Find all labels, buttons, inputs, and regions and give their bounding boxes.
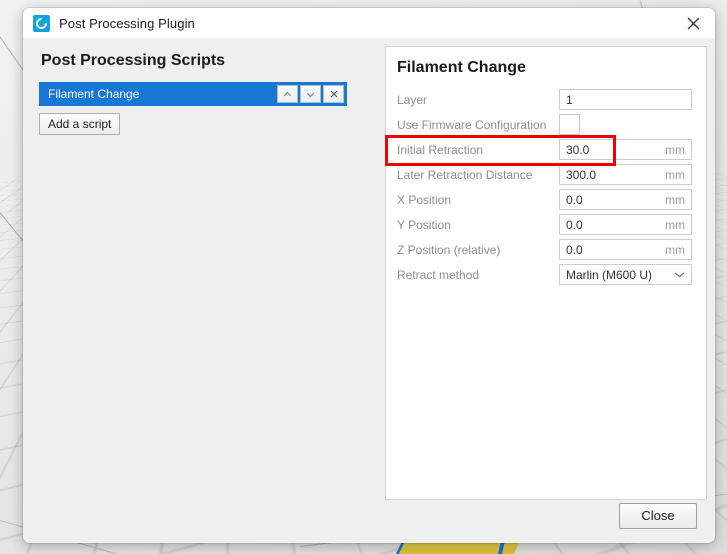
retract-method-select[interactable]: Marlin (M600 U) <box>559 264 692 285</box>
window-title: Post Processing Plugin <box>59 15 195 31</box>
chevron-down-icon <box>674 271 685 278</box>
scripts-panel-heading: Post Processing Scripts <box>41 52 226 69</box>
field-value: 0.0 <box>566 192 583 207</box>
field-label: Initial Retraction <box>397 142 484 157</box>
dialog-footer: Close <box>23 488 715 543</box>
list-item[interactable]: Filament Change <box>39 82 347 106</box>
field-label: Use Firmware Configuration <box>397 117 547 132</box>
field-row-layer: Layer 1 <box>397 87 692 112</box>
script-list[interactable]: Filament Change <box>39 82 347 106</box>
field-row-later-retraction-distance: Later Retraction Distance 300.0 mm <box>397 162 692 187</box>
script-row-buttons <box>277 85 347 103</box>
y-position-input[interactable]: 0.0 mm <box>559 214 692 235</box>
field-row-x-position: X Position 0.0 mm <box>397 187 692 212</box>
chevron-up-icon[interactable] <box>277 85 298 103</box>
field-unit: mm <box>665 192 685 207</box>
dialog-titlebar: Post Processing Plugin <box>23 8 715 38</box>
field-unit: mm <box>665 242 685 257</box>
field-row-z-position: Z Position (relative) 0.0 mm <box>397 237 692 262</box>
scripts-panel: Post Processing Scripts Filament Change <box>23 38 363 543</box>
field-row-initial-retraction: Initial Retraction 30.0 mm <box>397 137 692 162</box>
field-label: Later Retraction Distance <box>397 167 533 182</box>
close-icon[interactable] <box>671 8 715 38</box>
use-firmware-configuration-checkbox[interactable] <box>559 114 580 135</box>
close-button[interactable]: Close <box>619 502 697 529</box>
cura-logo-icon <box>33 14 50 32</box>
field-label: Z Position (relative) <box>397 242 501 257</box>
field-value: Marlin (M600 U) <box>566 267 653 282</box>
field-row-y-position: Y Position 0.0 mm <box>397 212 692 237</box>
field-label: Layer <box>397 92 428 107</box>
x-position-input[interactable]: 0.0 mm <box>559 189 692 210</box>
field-label: Retract method <box>397 267 480 282</box>
z-position-input[interactable]: 0.0 mm <box>559 239 692 260</box>
settings-title: Filament Change <box>397 59 526 76</box>
post-processing-dialog: Post Processing Plugin Post Processing S… <box>23 8 715 543</box>
field-row-retract-method: Retract method Marlin (M600 U) <box>397 262 692 287</box>
field-value: 30.0 <box>566 142 590 157</box>
close-icon[interactable] <box>323 85 344 103</box>
field-label: Y Position <box>397 217 451 232</box>
field-unit: mm <box>665 167 685 182</box>
layer-input[interactable]: 1 <box>559 89 692 110</box>
field-value: 1 <box>566 92 573 107</box>
script-name: Filament Change <box>48 87 140 101</box>
field-value: 0.0 <box>566 242 583 257</box>
initial-retraction-input[interactable]: 30.0 mm <box>559 139 692 160</box>
dialog-body: Post Processing Scripts Filament Change <box>23 38 715 543</box>
add-script-button[interactable]: Add a script <box>39 113 121 135</box>
chevron-down-icon[interactable] <box>300 85 321 103</box>
field-unit: mm <box>665 217 685 232</box>
field-unit: mm <box>665 142 685 157</box>
field-label: X Position <box>397 192 452 207</box>
field-value: 300.0 <box>566 167 597 182</box>
field-row-use-firmware-configuration: Use Firmware Configuration <box>397 112 692 137</box>
later-retraction-distance-input[interactable]: 300.0 mm <box>559 164 692 185</box>
field-value: 0.0 <box>566 217 583 232</box>
script-settings-panel: Filament Change Layer 1 Use Firmware Con… <box>385 46 707 500</box>
